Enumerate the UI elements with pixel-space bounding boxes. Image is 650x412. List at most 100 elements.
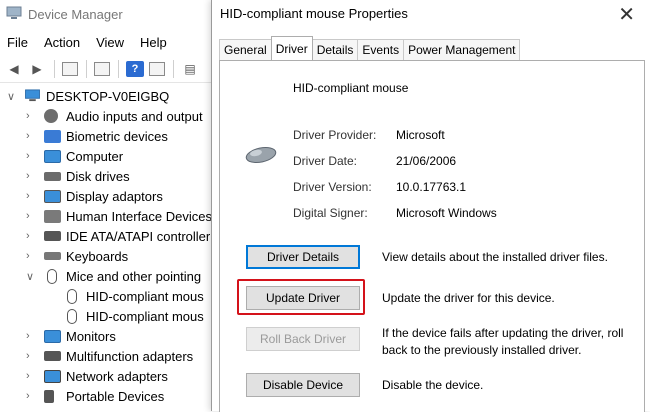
- device-tree: ∨ DESKTOP-V0EIGBQ › Audio inputs and out…: [0, 86, 212, 406]
- toolbar-separator: [86, 60, 87, 78]
- show-hide-console-tree-icon[interactable]: [62, 62, 78, 76]
- tree-item-monitors[interactable]: › Monitors: [0, 326, 212, 346]
- driver-date-value: 21/06/2006: [396, 154, 457, 168]
- tree-root[interactable]: ∨ DESKTOP-V0EIGBQ: [0, 86, 212, 106]
- chevron-right-icon[interactable]: ›: [26, 330, 30, 342]
- tree-item-label: Mice and other pointing: [66, 268, 202, 284]
- update-driver-description: Update the driver for this device.: [382, 291, 555, 305]
- dialog-tabs: General Driver Details Events Power Mana…: [219, 36, 521, 60]
- chevron-right-icon[interactable]: ›: [26, 370, 30, 382]
- properties-icon[interactable]: [94, 62, 110, 76]
- driver-version-label: Driver Version:: [293, 180, 372, 194]
- chevron-right-icon[interactable]: ›: [26, 130, 30, 142]
- back-arrow-icon[interactable]: ◀: [5, 61, 23, 77]
- driver-provider-label: Driver Provider:: [293, 128, 377, 142]
- display-icon: [44, 189, 61, 203]
- mouse-icon: [67, 308, 77, 324]
- driver-details-button[interactable]: Driver Details: [246, 245, 360, 269]
- tab-power-management[interactable]: Power Management: [403, 39, 521, 60]
- computer-icon: [44, 149, 61, 163]
- close-icon[interactable]: ✕: [618, 2, 635, 27]
- device-manager-title: Device Manager: [28, 6, 123, 22]
- menu-view[interactable]: View: [96, 35, 124, 50]
- properties-dialog: HID-compliant mouse Properties ✕ General…: [211, 0, 650, 412]
- tree-item-mice[interactable]: ∨ Mice and other pointing: [0, 266, 212, 286]
- tree-item-display-adaptors[interactable]: › Display adaptors: [0, 186, 212, 206]
- tree-item-mouse-child[interactable]: HID-compliant mous: [0, 286, 212, 306]
- disable-device-button[interactable]: Disable Device: [246, 373, 360, 397]
- monitor-icon: [44, 329, 61, 343]
- chevron-right-icon[interactable]: ›: [26, 150, 30, 162]
- tab-driver[interactable]: Driver: [270, 36, 313, 60]
- toolbar-separator: [173, 60, 174, 78]
- speaker-icon: [44, 109, 58, 123]
- tree-item-label: HID-compliant mous: [86, 288, 204, 304]
- forward-arrow-icon[interactable]: ▶: [28, 61, 46, 77]
- chevron-right-icon[interactable]: ›: [26, 350, 30, 362]
- tree-item-disk-drives[interactable]: › Disk drives: [0, 166, 212, 186]
- hid-icon: [44, 209, 61, 223]
- tree-item-biometric[interactable]: › Biometric devices: [0, 126, 212, 146]
- multifunction-icon: [44, 351, 61, 361]
- chevron-right-icon[interactable]: ›: [26, 210, 30, 222]
- device-manager-app-icon: [6, 6, 22, 19]
- menu-help[interactable]: Help: [140, 35, 167, 50]
- chevron-right-icon[interactable]: ›: [26, 190, 30, 202]
- menu-file[interactable]: File: [7, 35, 28, 50]
- tree-item-label: Display adaptors: [66, 188, 163, 204]
- driver-date-label: Driver Date:: [293, 154, 358, 168]
- keyboard-icon: [44, 252, 61, 260]
- update-driver-button[interactable]: Update Driver: [246, 286, 360, 310]
- tree-item-portable[interactable]: › Portable Devices: [0, 386, 212, 406]
- tab-events[interactable]: Events: [357, 39, 405, 60]
- toolbar-separator: [118, 60, 119, 78]
- roll-back-driver-description: If the device fails after updating the d…: [382, 326, 624, 357]
- digital-signer-value: Microsoft Windows: [396, 206, 497, 220]
- tree-item-label: Audio inputs and output: [66, 108, 203, 124]
- tree-item-label: Computer: [66, 148, 124, 164]
- mouse-icon: [47, 268, 57, 284]
- network-icon: [44, 369, 61, 383]
- tree-item-label: Multifunction adapters: [66, 348, 194, 364]
- tree-root-label: DESKTOP-V0EIGBQ: [46, 88, 170, 104]
- menu-bar: File Action View Help: [0, 30, 176, 54]
- action-pane-icon[interactable]: [149, 62, 165, 76]
- tree-item-hid[interactable]: › Human Interface Devices: [0, 206, 212, 226]
- tree-item-label: Disk drives: [66, 168, 130, 184]
- biometric-icon: [44, 129, 61, 143]
- driver-version-value: 10.0.17763.1: [396, 180, 467, 194]
- chevron-right-icon[interactable]: ›: [26, 110, 30, 122]
- tree-item-label: IDE ATA/ATAPI controller: [66, 228, 211, 244]
- tree-item-multifunction[interactable]: › Multifunction adapters: [0, 346, 212, 366]
- toolbar-separator: [54, 60, 55, 78]
- tab-general[interactable]: General: [219, 39, 272, 60]
- roll-back-driver-button[interactable]: Roll Back Driver: [246, 327, 360, 351]
- menu-action[interactable]: Action: [44, 35, 80, 50]
- tree-item-label: Network adapters: [66, 368, 168, 384]
- scan-hardware-icon[interactable]: ▤: [181, 61, 199, 77]
- chevron-right-icon[interactable]: ›: [26, 170, 30, 182]
- tree-item-keyboards[interactable]: › Keyboards: [0, 246, 212, 266]
- tree-item-label: Portable Devices: [66, 388, 165, 404]
- tab-details[interactable]: Details: [311, 39, 359, 60]
- chevron-down-icon[interactable]: ∨: [7, 90, 15, 103]
- tree-item-computer[interactable]: › Computer: [0, 146, 212, 166]
- tree-item-audio[interactable]: › Audio inputs and output: [0, 106, 212, 126]
- chevron-right-icon[interactable]: ›: [26, 390, 30, 402]
- tree-item-mouse-child[interactable]: HID-compliant mous: [0, 306, 212, 326]
- tree-item-label: HID-compliant mous: [86, 308, 204, 324]
- portable-device-icon: [44, 389, 54, 403]
- disable-device-description: Disable the device.: [382, 378, 484, 392]
- chevron-down-icon[interactable]: ∨: [26, 270, 34, 283]
- help-icon[interactable]: ?: [126, 61, 144, 77]
- tree-item-ide[interactable]: › IDE ATA/ATAPI controller: [0, 226, 212, 246]
- mouse-icon: [245, 146, 277, 164]
- chevron-right-icon[interactable]: ›: [26, 230, 30, 242]
- tree-item-label: Monitors: [66, 328, 116, 344]
- mouse-icon: [67, 288, 77, 304]
- chevron-right-icon[interactable]: ›: [26, 250, 30, 262]
- device-name: HID-compliant mouse: [293, 81, 409, 95]
- computer-icon: [25, 89, 40, 102]
- tree-item-network[interactable]: › Network adapters: [0, 366, 212, 386]
- driver-details-description: View details about the installed driver …: [382, 250, 608, 264]
